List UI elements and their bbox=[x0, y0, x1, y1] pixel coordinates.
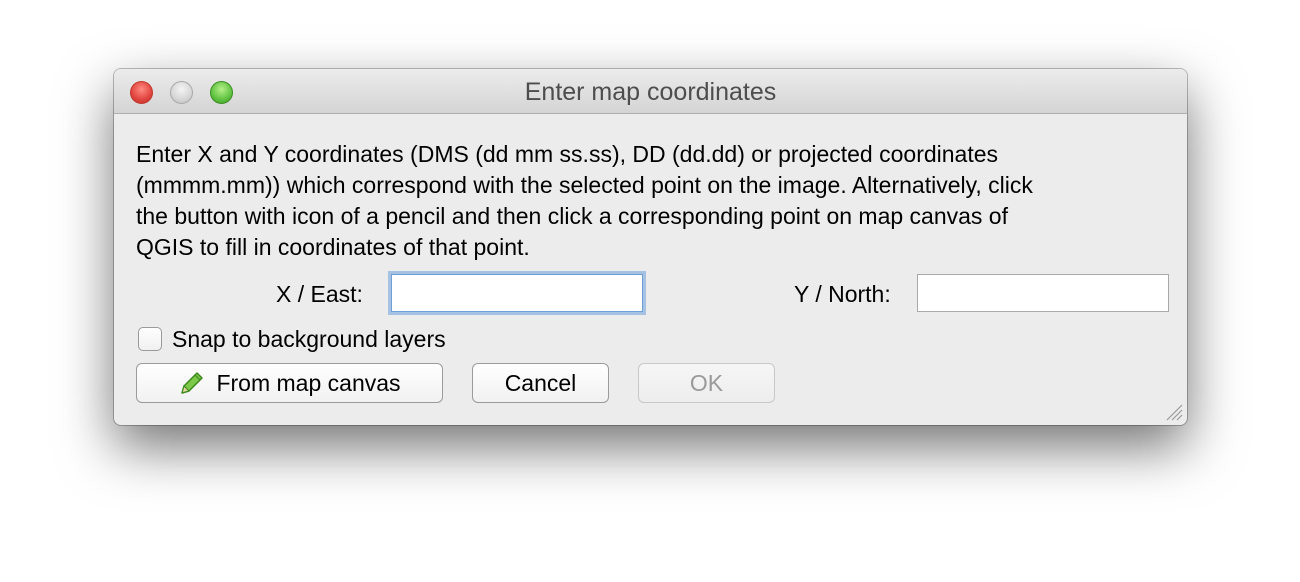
ok-label: OK bbox=[689, 369, 724, 396]
snap-checkbox-label[interactable]: Snap to background layers bbox=[172, 323, 446, 355]
snap-checkbox[interactable] bbox=[138, 327, 162, 351]
cancel-button[interactable]: Cancel bbox=[472, 363, 609, 403]
x-east-input[interactable] bbox=[391, 274, 643, 312]
y-north-input[interactable] bbox=[917, 274, 1169, 312]
window-title: Enter map coordinates bbox=[524, 78, 777, 106]
dialog-description: Enter X and Y coordinates (DMS (dd mm ss… bbox=[136, 141, 1033, 260]
from-map-canvas-label: From map canvas bbox=[216, 369, 401, 396]
dialog-window: Enter map coordinates Enter X and Y coor… bbox=[114, 69, 1187, 425]
from-map-canvas-button[interactable]: From map canvas bbox=[136, 363, 443, 403]
title-bar[interactable]: Enter map coordinates bbox=[114, 69, 1187, 114]
ok-button[interactable]: OK bbox=[638, 363, 775, 403]
pencil-icon bbox=[181, 372, 204, 394]
cancel-label: Cancel bbox=[504, 369, 577, 396]
close-window-button[interactable] bbox=[130, 81, 153, 104]
zoom-window-button[interactable] bbox=[210, 81, 233, 104]
x-east-label: X / East: bbox=[276, 281, 363, 307]
resize-grip[interactable] bbox=[1163, 401, 1183, 421]
minimize-window-button[interactable] bbox=[170, 81, 193, 104]
y-north-label: Y / North: bbox=[794, 281, 891, 307]
